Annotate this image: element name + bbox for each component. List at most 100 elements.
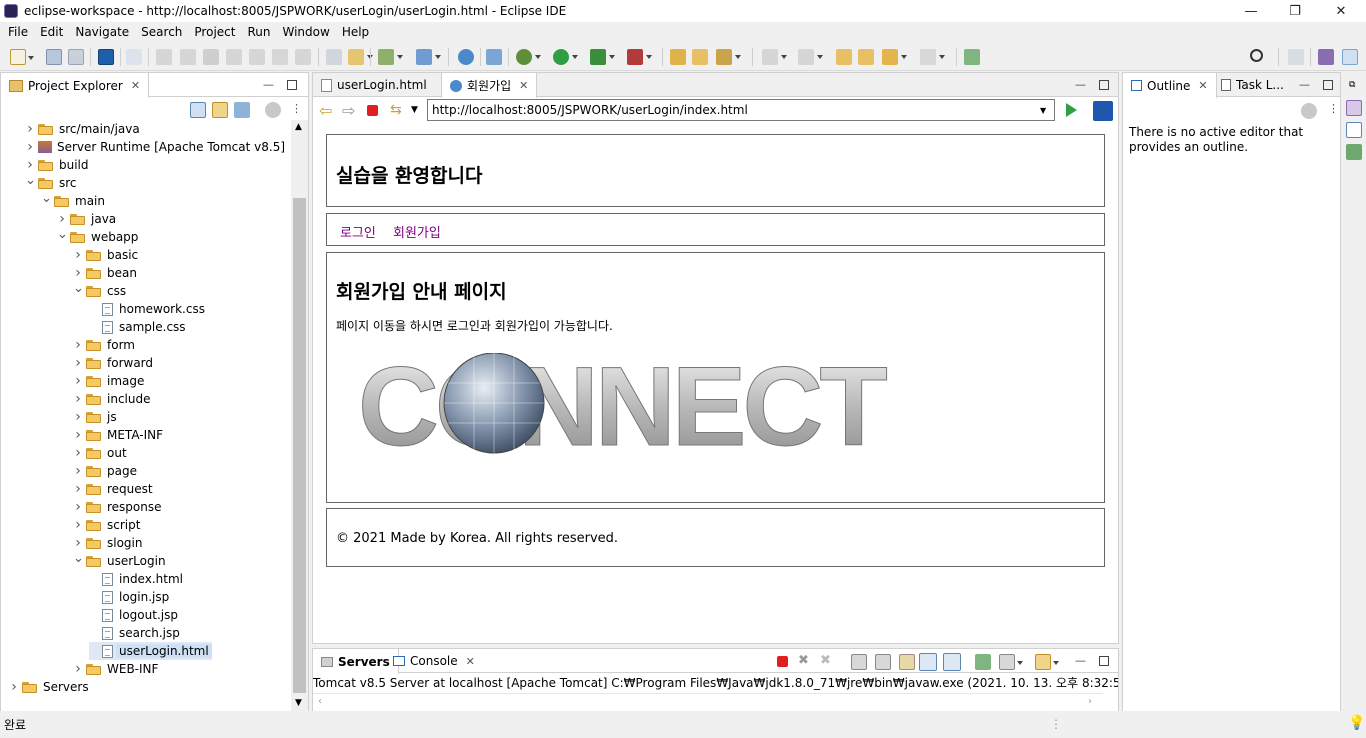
chevron-right-icon[interactable]: › xyxy=(73,355,83,371)
scroll-up-icon[interactable]: ▲ xyxy=(295,122,302,132)
minimize-icon[interactable]: — xyxy=(1299,78,1310,91)
tree-item[interactable]: userLogin.html xyxy=(89,642,212,660)
menu-help[interactable]: Help xyxy=(336,25,375,39)
java-ee-perspective-icon[interactable] xyxy=(1318,49,1334,65)
chevron-down-icon[interactable]: ⌄ xyxy=(41,191,52,206)
tree-item[interactable]: › Server Runtime [Apache Tomcat v8.5] xyxy=(25,138,285,156)
pen-icon[interactable] xyxy=(716,49,741,65)
maximize-icon[interactable] xyxy=(287,80,297,90)
map-icon[interactable] xyxy=(1346,144,1362,160)
last-edit-icon[interactable] xyxy=(836,49,852,65)
new-server-icon[interactable] xyxy=(378,49,403,65)
tree-item[interactable]: › slogin xyxy=(73,534,142,552)
chevron-right-icon[interactable]: › xyxy=(73,247,83,263)
terminal-icon[interactable] xyxy=(98,49,114,65)
clear-console-icon[interactable] xyxy=(851,654,867,670)
run-icon[interactable] xyxy=(553,49,578,65)
maximize-icon[interactable] xyxy=(1099,656,1109,666)
tree-item[interactable]: ⌄ src xyxy=(25,173,77,192)
chevron-right-icon[interactable]: › xyxy=(57,211,67,227)
url-dropdown-icon[interactable]: ▼ xyxy=(1040,106,1046,115)
tree-item[interactable]: › page xyxy=(73,462,137,480)
chevron-right-icon[interactable]: › xyxy=(73,463,83,479)
use-step-filters-icon[interactable] xyxy=(326,49,342,65)
tree-item[interactable]: index.html xyxy=(89,570,183,588)
previous-annotation-icon[interactable] xyxy=(798,49,823,65)
scroll-left-icon[interactable]: ‹ xyxy=(318,696,322,707)
tree-item[interactable]: ⌄ main xyxy=(41,191,105,210)
tree-item[interactable]: › image xyxy=(73,372,144,390)
chevron-down-icon[interactable]: ⌄ xyxy=(73,551,84,566)
step-return-icon[interactable] xyxy=(295,49,311,65)
properties-icon[interactable] xyxy=(1346,122,1362,138)
open-perspective-icon[interactable] xyxy=(1288,49,1304,65)
lightbulb-icon[interactable]: 💡 xyxy=(1348,715,1365,731)
menu-navigate[interactable]: Navigate xyxy=(69,25,135,39)
console-hscroll[interactable]: ‹ › xyxy=(313,693,1103,710)
suspend-icon[interactable] xyxy=(180,49,196,65)
tree-item[interactable]: › include xyxy=(73,390,150,408)
tree-item[interactable]: homework.css xyxy=(89,300,205,318)
chevron-down-icon[interactable]: ⌄ xyxy=(57,227,68,242)
tab-task-list[interactable]: Task L... xyxy=(1213,73,1292,97)
step-over-icon[interactable] xyxy=(272,49,288,65)
tree-item[interactable]: login.jsp xyxy=(89,588,169,606)
menu-edit[interactable]: Edit xyxy=(34,25,69,39)
tree-item[interactable]: › java xyxy=(57,210,116,228)
tree-item[interactable]: logout.jsp xyxy=(89,606,178,624)
display-console-icon[interactable] xyxy=(999,654,1023,670)
open-folder-icon[interactable] xyxy=(670,49,686,65)
url-input[interactable]: http://localhost:8005/JSPWORK/userLogin/… xyxy=(427,99,1055,121)
remove-launch-icon[interactable]: ✖ xyxy=(798,653,809,668)
tree-item[interactable]: › request xyxy=(73,480,152,498)
globe-icon[interactable] xyxy=(458,49,474,65)
tree-item[interactable]: › bean xyxy=(73,264,137,282)
close-icon[interactable]: ✕ xyxy=(519,79,528,92)
chevron-right-icon[interactable]: › xyxy=(73,391,83,407)
tab-console[interactable]: Console ✕ xyxy=(385,649,483,673)
chevron-right-icon[interactable]: › xyxy=(73,427,83,443)
maximize-icon[interactable] xyxy=(1099,80,1109,90)
minimize-icon[interactable]: — xyxy=(263,78,274,91)
open-type-icon[interactable] xyxy=(486,49,502,65)
save-all-icon[interactable] xyxy=(68,49,84,65)
show-stdout-icon[interactable] xyxy=(919,653,937,671)
chevron-down-icon[interactable]: ▼ xyxy=(411,105,418,115)
menu-search[interactable]: Search xyxy=(135,25,188,39)
close-button[interactable]: ✕ xyxy=(1318,0,1364,22)
tree-item[interactable]: ⌄ css xyxy=(73,281,126,300)
chevron-right-icon[interactable]: › xyxy=(9,679,19,695)
run-tool-icon[interactable] xyxy=(348,49,373,65)
menu-file[interactable]: File xyxy=(2,25,34,39)
tab-project-explorer[interactable]: Project Explorer ✕ xyxy=(1,73,150,98)
next-annotation-icon[interactable] xyxy=(762,49,787,65)
tree-item[interactable]: sample.css xyxy=(89,318,186,336)
tree-item[interactable]: › response xyxy=(73,498,161,516)
chevron-down-icon[interactable]: ⌄ xyxy=(73,281,84,296)
forward-arrow-icon[interactable]: ⇨ xyxy=(342,101,355,120)
minimize-icon[interactable]: — xyxy=(1075,654,1086,667)
forward-edit-icon[interactable] xyxy=(858,49,874,65)
skip-breakpoints-icon[interactable] xyxy=(126,49,142,65)
word-wrap-icon[interactable] xyxy=(899,654,915,670)
scroll-down-icon[interactable]: ▼ xyxy=(295,698,302,708)
go-icon[interactable] xyxy=(1066,103,1077,117)
refresh-icon[interactable]: ⇆ xyxy=(390,102,402,118)
chevron-right-icon[interactable]: › xyxy=(73,373,83,389)
tab-outline[interactable]: Outline ✕ xyxy=(1123,73,1217,98)
menu-window[interactable]: Window xyxy=(276,25,335,39)
stop-icon[interactable] xyxy=(367,105,378,116)
back-icon[interactable] xyxy=(882,49,907,65)
nav-link-login[interactable]: 로그인 xyxy=(340,222,376,241)
show-stderr-icon[interactable] xyxy=(943,653,961,671)
explorer-scrollbar[interactable]: ▲ ▼ xyxy=(291,120,308,712)
search-icon[interactable] xyxy=(1250,49,1263,62)
chevron-right-icon[interactable]: › xyxy=(73,517,83,533)
chevron-right-icon[interactable]: › xyxy=(73,337,83,353)
chevron-right-icon[interactable]: › xyxy=(73,445,83,461)
scroll-right-icon[interactable]: › xyxy=(1088,696,1092,707)
tree-item[interactable]: › src/main/java xyxy=(25,120,140,138)
pin-console-icon[interactable] xyxy=(975,654,991,670)
tree-item[interactable]: › Servers xyxy=(9,678,88,696)
focus-icon[interactable] xyxy=(265,102,281,118)
